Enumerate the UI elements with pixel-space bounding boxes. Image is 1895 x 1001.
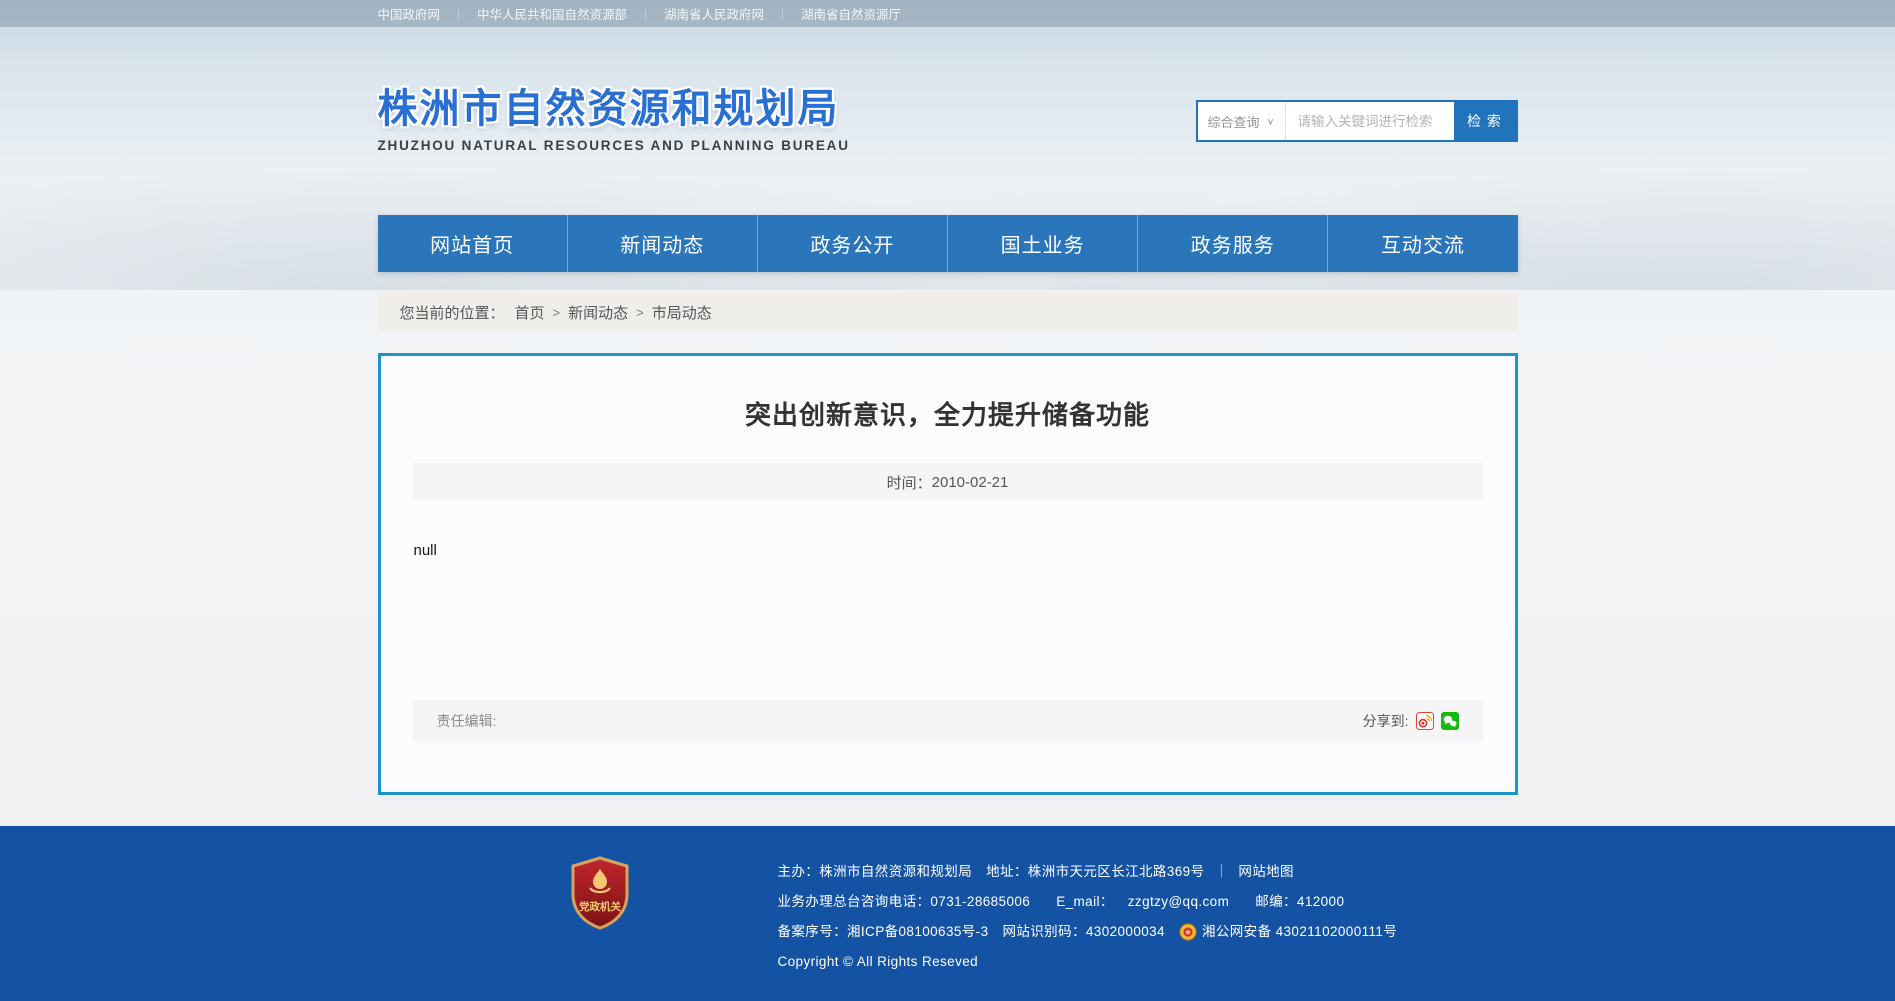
- footer-copyright: Copyright © All Rights Reseved: [778, 947, 1518, 977]
- site-title: 株洲市自然资源和规划局: [378, 87, 850, 131]
- search-button[interactable]: 检 索: [1454, 102, 1516, 140]
- footer: 党政机关 主办：株洲市自然资源和规划局 地址：株洲市天元区长江北路369号 ｜ …: [0, 826, 1895, 1001]
- breadcrumb: 您当前的位置： 首页 > 新闻动态 > 市局动态: [378, 292, 1518, 332]
- search-input[interactable]: [1286, 102, 1454, 140]
- footer-police-record-link[interactable]: 湘公网安备 43021102000111号: [1202, 917, 1397, 947]
- nav-item-gov-info[interactable]: 政务公开: [757, 215, 947, 272]
- footer-line-contact: 业务办理总台咨询电话：0731-28685006 E_mail： zzgtzy@…: [778, 887, 1518, 917]
- chevron-down-icon: ∨: [1266, 115, 1274, 126]
- wechat-share-icon[interactable]: [1441, 712, 1459, 730]
- topbar-divider: ｜: [453, 6, 464, 22]
- article-section: 突出创新意识，全力提升储备功能 时间： 2010-02-21 null 责任编辑…: [0, 353, 1895, 795]
- share-label: 分享到:: [1363, 711, 1409, 731]
- search-bar: 综合查询 ∨ 检 索: [1196, 100, 1518, 142]
- footer-phone: 业务办理总台咨询电话：0731-28685006: [778, 887, 1031, 917]
- breadcrumb-separator: >: [636, 305, 644, 320]
- site-logo: 株洲市自然资源和规划局 ZHUZHOU NATURAL RESOURCES AN…: [378, 87, 850, 153]
- topbar-link-mnr[interactable]: 中华人民共和国自然资源部: [477, 4, 627, 23]
- breadcrumb-item-home[interactable]: 首页: [515, 302, 545, 323]
- main-nav: 网站首页 新闻动态 政务公开 国土业务 政务服务 互动交流: [0, 215, 1895, 272]
- article-date: 2010-02-21: [932, 474, 1009, 491]
- breadcrumb-item-news[interactable]: 新闻动态: [568, 302, 628, 323]
- footer-sitemap-link[interactable]: 网站地图: [1238, 857, 1294, 887]
- article-date-label: 时间：: [887, 472, 932, 493]
- breadcrumb-separator: >: [553, 305, 561, 320]
- footer-icp: 备案序号：湘ICP备08100635号-3: [778, 917, 989, 947]
- article-title: 突出创新意识，全力提升储备功能: [381, 402, 1515, 428]
- topbar-link-hunan-nr[interactable]: 湖南省自然资源厅: [801, 4, 901, 23]
- weibo-share-icon[interactable]: [1416, 712, 1434, 730]
- topbar-link-hunan-gov[interactable]: 湖南省人民政府网: [664, 4, 764, 23]
- topbar: 中国政府网 ｜ 中华人民共和国自然资源部 ｜ 湖南省人民政府网 ｜ 湖南省自然资…: [0, 0, 1895, 27]
- article-footer-bar: 责任编辑: 分享到:: [413, 700, 1483, 742]
- search-category-select[interactable]: 综合查询 ∨: [1198, 102, 1286, 140]
- nav-item-gov-service[interactable]: 政务服务: [1137, 215, 1327, 272]
- footer-info: 主办：株洲市自然资源和规划局 地址：株洲市天元区长江北路369号 ｜ 网站地图 …: [778, 826, 1518, 977]
- nav-item-land-business[interactable]: 国土业务: [947, 215, 1137, 272]
- footer-zip: 邮编：412000: [1255, 887, 1344, 917]
- topbar-divider: ｜: [640, 6, 651, 22]
- footer-address: 地址：株洲市天元区长江北路369号: [986, 857, 1204, 887]
- topbar-divider: ｜: [777, 6, 788, 22]
- footer-line-records: 备案序号：湘ICP备08100635号-3 网站识别码：4302000034 湘…: [778, 917, 1518, 947]
- footer-divider: ｜: [1214, 857, 1228, 887]
- party-gov-org-badge: 党政机关: [568, 856, 632, 930]
- nav-item-home[interactable]: 网站首页: [378, 215, 567, 272]
- police-badge-icon: [1179, 923, 1197, 941]
- badge-text: 党政机关: [579, 900, 621, 913]
- footer-line-host: 主办：株洲市自然资源和规划局 地址：株洲市天元区长江北路369号 ｜ 网站地图: [778, 857, 1518, 887]
- nav-item-interaction[interactable]: 互动交流: [1327, 215, 1517, 272]
- footer-email-link[interactable]: zzgtzy@qq.com: [1128, 887, 1229, 917]
- article-container: 突出创新意识，全力提升储备功能 时间： 2010-02-21 null 责任编辑…: [378, 353, 1518, 795]
- breadcrumb-item-bureau-news[interactable]: 市局动态: [652, 302, 712, 323]
- footer-email-label: E_mail：: [1056, 887, 1114, 917]
- footer-site-code: 网站识别码：4302000034: [1002, 917, 1164, 947]
- header: 株洲市自然资源和规划局 ZHUZHOU NATURAL RESOURCES AN…: [0, 27, 1895, 215]
- article-body: null: [414, 541, 1482, 561]
- editor-label: 责任编辑:: [437, 711, 497, 731]
- site-subtitle: ZHUZHOU NATURAL RESOURCES AND PLANNING B…: [378, 138, 850, 153]
- breadcrumb-bar: 您当前的位置： 首页 > 新闻动态 > 市局动态: [0, 292, 1895, 332]
- breadcrumb-label: 您当前的位置：: [400, 302, 505, 323]
- footer-host: 主办：株洲市自然资源和规划局: [778, 857, 973, 887]
- nav-item-news[interactable]: 新闻动态: [567, 215, 757, 272]
- article-meta-bar: 时间： 2010-02-21: [413, 463, 1483, 501]
- search-category-label: 综合查询: [1207, 112, 1259, 131]
- topbar-link-china-gov[interactable]: 中国政府网: [378, 4, 441, 23]
